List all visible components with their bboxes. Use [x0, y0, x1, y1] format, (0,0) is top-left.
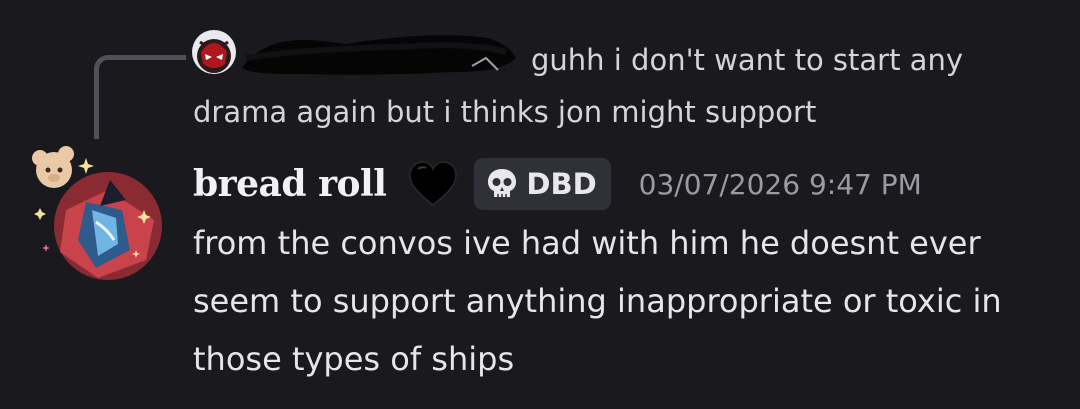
message-header: bread roll DBD 03/07/2026 9:47 PM	[193, 154, 922, 214]
chat-message-area: guhh i don't want to start any drama aga…	[0, 0, 1080, 409]
username[interactable]: bread roll	[193, 163, 387, 205]
black-heart-icon	[408, 161, 458, 207]
message-content: from the convos ive had with him he does…	[193, 224, 1002, 378]
server-tag-badge[interactable]: DBD	[474, 158, 611, 210]
user-avatar[interactable]	[26, 140, 162, 280]
anime-character-with-teddy-bear-avatar-image	[32, 146, 162, 280]
reply-preview-text[interactable]: guhh i don't want to start any drama aga…	[193, 34, 1013, 138]
skull-icon	[484, 166, 520, 202]
reply-connector-line	[94, 55, 186, 139]
message-timestamp[interactable]: 03/07/2026 9:47 PM	[639, 168, 922, 201]
server-tag-label: DBD	[526, 167, 597, 201]
